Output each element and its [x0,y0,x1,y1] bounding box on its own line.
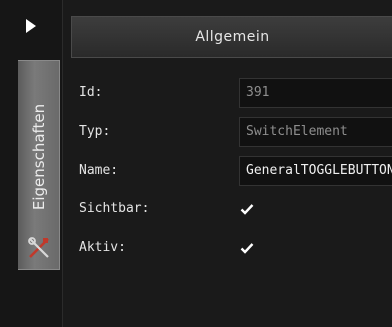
aktiv-label: Aktiv: [79,240,126,255]
left-rail: Eigenschaften [0,0,62,327]
property-row-name: Name: GeneralTOGGLEBUTTON [63,156,392,186]
property-row-id: Id: 391 [63,78,392,108]
property-row-aktiv: Aktiv: [63,233,392,263]
typ-label: Typ: [79,124,111,139]
tools-icon [28,237,49,258]
name-input[interactable]: GeneralTOGGLEBUTTON [239,156,392,186]
properties-panel: Allgemein Id: 391 Typ: SwitchElement Nam… [62,0,392,327]
aktiv-checkbox[interactable] [239,240,255,256]
sichtbar-checkbox[interactable] [239,201,255,217]
section-title: Allgemein [195,29,270,45]
eigenschaften-tab-label: Eigenschaften [30,103,48,211]
sichtbar-label: Sichtbar: [79,201,150,216]
checkmark-icon [240,204,254,215]
typ-field: SwitchElement [239,117,392,147]
section-header-allgemein[interactable]: Allgemein [71,16,392,58]
property-row-typ: Typ: SwitchElement [63,117,392,147]
id-field: 391 [239,78,392,108]
triangle-right-icon [26,19,36,33]
property-row-sichtbar: Sichtbar: [63,194,392,224]
name-label: Name: [79,163,119,178]
eigenschaften-tab[interactable]: Eigenschaften [18,60,60,270]
checkmark-icon [240,243,254,254]
collapse-panel-button[interactable] [0,0,62,60]
id-label: Id: [79,85,103,100]
